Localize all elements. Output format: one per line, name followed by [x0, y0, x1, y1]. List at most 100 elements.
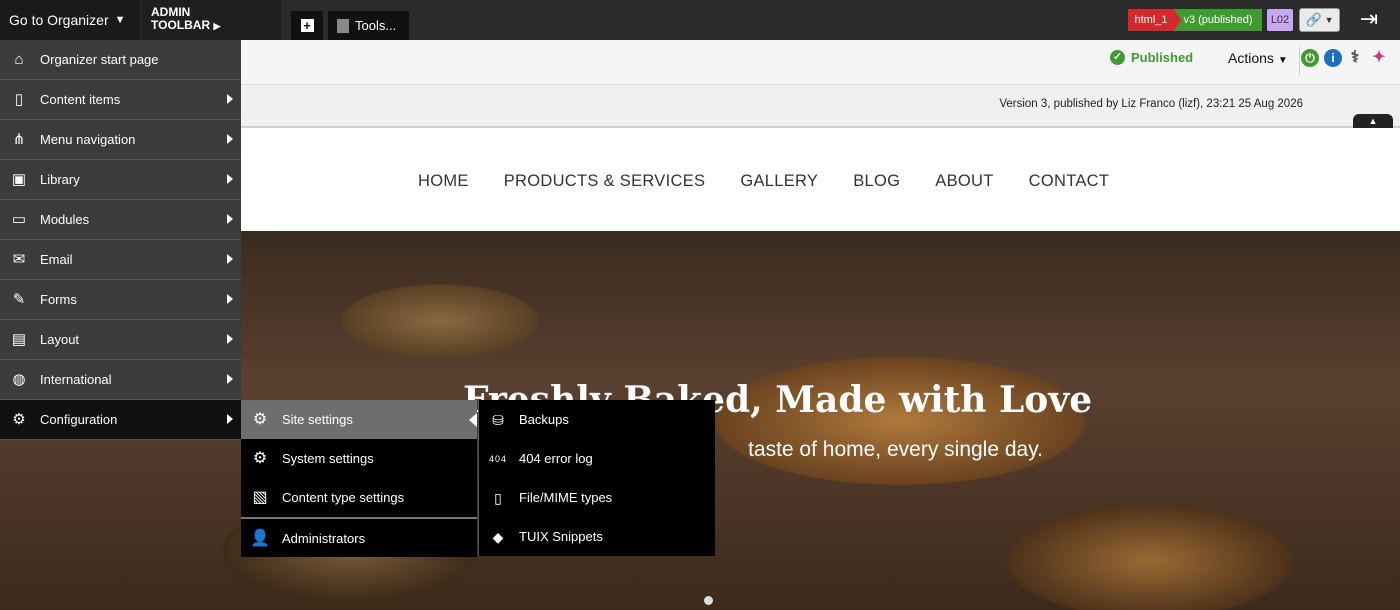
menu-item-label: Modules	[40, 212, 90, 227]
admin-toolbar-line2: TOOLBAR	[151, 18, 211, 32]
html-tag[interactable]: html_1	[1128, 9, 1174, 31]
organizer-menu: ⌂ Organizer start page ▯ Content items ⋔…	[0, 40, 241, 440]
nav-home[interactable]: HOME	[418, 172, 469, 191]
logout-icon[interactable]: ⇥	[1356, 6, 1382, 32]
user-icon: 👤	[250, 530, 270, 547]
go-to-organizer-label: Go to Organizer	[9, 12, 109, 28]
submenu-item-label: File/MIME types	[519, 490, 613, 505]
menu-item-layout[interactable]: ▤ Layout	[0, 320, 241, 360]
caret-down-icon: ▼	[1324, 15, 1334, 25]
envelope-icon: ✉	[12, 251, 26, 268]
gears-icon: ⚙	[12, 411, 26, 428]
nav-contact[interactable]: CONTACT	[1029, 172, 1110, 191]
images-icon: ▣	[11, 171, 27, 188]
layout-tag[interactable]: L02	[1267, 9, 1293, 31]
sitemap-icon: ⋔	[12, 131, 26, 148]
menu-item-label: Configuration	[40, 412, 118, 427]
link-dropdown-button[interactable]: 🔗 ▼	[1299, 8, 1340, 32]
document-icon: ▯	[14, 91, 24, 108]
menu-item-organizer-start-page[interactable]: ⌂ Organizer start page	[0, 40, 241, 80]
menu-item-library[interactable]: ▣ Library	[0, 160, 241, 200]
pointer-icon	[469, 413, 477, 427]
actions-label: Actions	[1228, 50, 1274, 66]
add-button[interactable]: +	[291, 11, 323, 40]
info-icon[interactable]: i	[1324, 49, 1342, 67]
submenu-item-file-mime-types[interactable]: ▯ File/MIME types	[479, 478, 715, 517]
submenu-item-backups[interactable]: ⛁ Backups	[479, 400, 715, 439]
menu-item-label: Forms	[40, 292, 77, 307]
menu-item-label: Library	[40, 172, 80, 187]
menu-item-content-items[interactable]: ▯ Content items	[0, 80, 241, 120]
chevron-right-icon	[227, 174, 233, 184]
gears-icon: ⚙	[252, 450, 268, 467]
chevron-right-icon	[227, 214, 233, 224]
link-icon: 🔗	[1305, 12, 1322, 27]
menu-item-configuration[interactable]: ⚙ Configuration	[0, 400, 241, 440]
submenu-item-404-error-log[interactable]: 404 404 error log	[479, 439, 715, 478]
submenu-item-label: Backups	[519, 412, 569, 427]
menu-item-label: Layout	[40, 332, 80, 347]
menu-item-international[interactable]: ◍ International	[0, 360, 241, 400]
menu-item-label: Email	[40, 252, 73, 267]
tools-button[interactable]: Tools...	[328, 11, 409, 40]
tuix-icon: ◆	[492, 529, 504, 545]
submenu-item-label: Content type settings	[282, 490, 405, 505]
admin-toolbar-button[interactable]: ADMIN TOOLBAR ▶	[141, 0, 281, 40]
content-toolbar: ✓ Published Actions ▼ ⏻ i ⚕ ✦	[241, 40, 1400, 85]
stethoscope-icon[interactable]: ⚕	[1346, 49, 1364, 67]
tools-label: Tools...	[355, 18, 397, 33]
submenu-item-label: System settings	[282, 451, 374, 466]
actions-dropdown[interactable]: Actions ▼	[1228, 50, 1288, 66]
slider-dot[interactable]	[704, 596, 713, 605]
nav-blog[interactable]: BLOG	[853, 172, 900, 191]
magic-wand-icon[interactable]: ✦	[1370, 49, 1388, 67]
submenu-item-site-settings[interactable]: ⚙ Site settings	[241, 400, 477, 439]
plus-icon: +	[300, 19, 314, 32]
submenu-item-administrators[interactable]: 👤 Administrators	[241, 517, 477, 557]
version-tag[interactable]: v3 (published)	[1174, 9, 1262, 31]
collapse-toolbar-tab[interactable]: ▲	[1353, 114, 1393, 128]
site-settings-submenu: ⛁ Backups 404 404 error log ▯ File/MIME …	[478, 400, 715, 556]
site-header: HOME PRODUCTS & SERVICES GALLERY BLOG AB…	[241, 130, 1400, 231]
caret-right-icon: ▶	[213, 21, 221, 31]
caret-down-icon: ▼	[114, 14, 126, 26]
site-nav: HOME PRODUCTS & SERVICES GALLERY BLOG AB…	[418, 172, 1109, 191]
menu-item-modules[interactable]: ▭ Modules	[0, 200, 241, 240]
go-to-organizer-button[interactable]: Go to Organizer ▼	[0, 0, 140, 40]
version-bar: Version 3, published by Liz Franco (lizf…	[241, 85, 1400, 128]
divider	[1299, 47, 1300, 75]
backup-icon: ⛁	[492, 412, 504, 428]
chevron-right-icon	[227, 294, 233, 304]
nav-products-services[interactable]: PRODUCTS & SERVICES	[504, 172, 706, 191]
check-circle-icon: ✓	[1110, 50, 1125, 65]
tools-icon	[337, 18, 349, 33]
publish-status: ✓ Published	[1110, 50, 1193, 65]
submenu-item-label: Site settings	[282, 412, 353, 427]
document-gear-icon: ▧	[252, 489, 268, 506]
404-icon: 404	[488, 454, 508, 464]
menu-item-label: Menu navigation	[40, 132, 136, 147]
home-icon: ⌂	[14, 51, 24, 68]
power-icon[interactable]: ⏻	[1301, 49, 1319, 67]
configuration-submenu: ⚙ Site settings ⚙ System settings ▧ Cont…	[241, 400, 477, 557]
menu-item-email[interactable]: ✉ Email	[0, 240, 241, 280]
chevron-right-icon	[227, 254, 233, 264]
submenu-item-label: 404 error log	[519, 451, 593, 466]
file-types-icon: ▯	[494, 490, 502, 506]
submenu-item-content-type-settings[interactable]: ▧ Content type settings	[241, 478, 477, 517]
nav-about[interactable]: ABOUT	[935, 172, 993, 191]
submenu-item-tuix-snippets[interactable]: ◆ TUIX Snippets	[479, 517, 715, 556]
submenu-item-label: TUIX Snippets	[519, 529, 603, 544]
publish-status-label: Published	[1131, 50, 1194, 65]
submenu-item-label: Administrators	[282, 530, 366, 546]
nav-gallery[interactable]: GALLERY	[740, 172, 818, 191]
chevron-right-icon	[227, 134, 233, 144]
calendar-icon: ▭	[11, 211, 27, 228]
menu-item-forms[interactable]: ✎ Forms	[0, 280, 241, 320]
caret-down-icon: ▼	[1277, 55, 1288, 66]
menu-item-menu-navigation[interactable]: ⋔ Menu navigation	[0, 120, 241, 160]
chevron-right-icon	[227, 94, 233, 104]
form-icon: ✎	[12, 291, 26, 308]
submenu-item-system-settings[interactable]: ⚙ System settings	[241, 439, 477, 478]
chevron-right-icon	[227, 414, 233, 424]
